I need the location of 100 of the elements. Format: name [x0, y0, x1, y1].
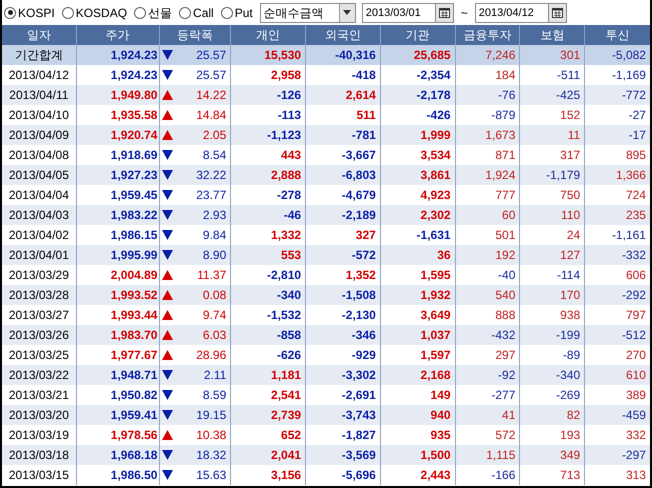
amount-cell-text: -278: [277, 187, 302, 204]
amount-cell-text: 193: [560, 427, 580, 444]
amount-cell-text: -459: [622, 407, 646, 424]
date-cell-text: 2013/03/25: [8, 347, 69, 364]
amount-cell-text: 25,685: [414, 47, 451, 64]
amount-cell-text: -2,810: [267, 267, 302, 284]
amount-cell-text: -1,631: [416, 227, 451, 244]
amount-cell-text: 938: [560, 307, 580, 324]
price-cell-text: 1,950.82: [110, 387, 158, 404]
column-header: 등락폭: [176, 27, 213, 44]
amount-cell-text: -4,679: [342, 187, 376, 204]
amount-cell-text: 7,246: [485, 47, 516, 64]
amount-cell-text: -126: [277, 87, 302, 104]
date-cell-text: 2013/03/29: [8, 267, 69, 284]
change-cell-text: 2.11: [204, 367, 226, 384]
amount-cell-text: 540: [495, 287, 516, 304]
start-date-field[interactable]: 2013/03/01: [362, 2, 436, 22]
date-cell-text: 2013/04/09: [8, 127, 69, 144]
amount-cell-text: -76: [498, 87, 516, 104]
amount-cell-text: 3,156: [271, 467, 302, 484]
change-cell-text: 2.05: [202, 127, 226, 144]
market-radio[interactable]: KOSDAQ: [62, 4, 128, 22]
date-cell-text: 2013/03/20: [8, 407, 69, 424]
calendar-button[interactable]: [548, 2, 567, 22]
column-header: 투신: [606, 27, 630, 44]
amount-cell-text: 1,924: [485, 167, 516, 184]
amount-cell-text: 170: [560, 287, 580, 304]
amount-cell-text: -269: [556, 387, 580, 404]
market-radio[interactable]: Put: [220, 4, 253, 22]
amount-cell-text: 1,932: [420, 287, 451, 304]
amount-cell-text: 152: [560, 107, 580, 124]
amount-cell-text: 871: [495, 147, 516, 164]
price-cell-text: 1,978.56: [110, 427, 158, 444]
date-cell-text: 2013/03/28: [8, 287, 69, 304]
market-radio[interactable]: KOSPI: [4, 4, 55, 22]
price-cell-text: 1,983.70: [110, 327, 158, 344]
amount-cell-text: -626: [277, 347, 302, 364]
amount-cell-text: -17: [628, 127, 646, 144]
market-radio[interactable]: Call: [179, 4, 214, 22]
amount-cell-text: 3,861: [420, 167, 451, 184]
change-cell-text: 19.15: [196, 407, 226, 424]
amount-cell-text: 3,534: [420, 147, 451, 164]
amount-cell-text: 4,923: [420, 187, 451, 204]
amount-cell-text: 606: [626, 267, 646, 284]
amount-cell-text: -2,189: [342, 207, 376, 224]
calendar-button[interactable]: [436, 2, 454, 22]
amount-cell-text: -425: [556, 87, 580, 104]
amount-cell-text: 1,037: [420, 327, 451, 344]
amount-cell-text: -340: [277, 287, 302, 304]
amount-cell-text: 1,597: [420, 347, 451, 364]
amount-cell-text: 553: [281, 247, 302, 264]
amount-cell-text: 332: [626, 427, 646, 444]
column-header: 기관: [406, 27, 430, 44]
amount-cell-text: 349: [560, 447, 580, 464]
end-date-field[interactable]: 2013/04/12: [474, 2, 549, 22]
amount-cell-text: -1,508: [342, 287, 376, 304]
price-cell-text: 1,959.41: [110, 407, 158, 424]
change-cell-text: 18.32: [196, 447, 226, 464]
price-cell-text: 1,924.23: [110, 47, 158, 64]
date-cell-text: 2013/03/26: [8, 327, 69, 344]
price-cell-text: 1,993.44: [110, 307, 158, 324]
amount-cell-text: 235: [626, 207, 646, 224]
price-cell-text: 1,977.67: [110, 347, 158, 364]
amount-cell-text: 2,958: [271, 67, 302, 84]
market-radio[interactable]: 선물: [134, 4, 172, 22]
amount-cell-text: -1,169: [612, 67, 646, 84]
amount-cell-text: 724: [626, 187, 646, 204]
amount-cell-text: -512: [622, 327, 646, 344]
change-cell-text: 14.84: [196, 107, 226, 124]
amount-cell-text: 36: [437, 247, 451, 264]
amount-cell-text: 327: [356, 227, 376, 244]
change-cell-text: 9.84: [202, 227, 226, 244]
date-cell-text: 2013/04/12: [8, 67, 69, 84]
amount-cell-text: -1,161: [612, 227, 646, 244]
change-cell-text: 6.03: [202, 327, 226, 344]
amount-cell-text: -3,569: [342, 447, 376, 464]
amount-cell-text: -781: [352, 127, 376, 144]
amount-cell-text: -5,696: [342, 467, 376, 484]
amount-cell-text: 1,115: [486, 447, 516, 464]
amount-cell-text: 41: [502, 407, 516, 424]
metric-dropdown[interactable]: 순매수금액: [260, 2, 356, 22]
column-header: 개인: [256, 27, 280, 44]
amount-cell-text: -332: [622, 247, 646, 264]
amount-cell-text: 149: [430, 387, 451, 404]
date-cell-text: 2013/03/21: [8, 387, 69, 404]
amount-cell-text: 888: [495, 307, 516, 324]
amount-cell-text: -572: [352, 247, 376, 264]
amount-cell-text: -27: [628, 107, 646, 124]
change-cell-text: 9.74: [202, 307, 226, 324]
amount-cell-text: 797: [626, 307, 646, 324]
amount-cell-text: -1,123: [267, 127, 302, 144]
amount-cell-text: 389: [626, 387, 646, 404]
price-cell-text: 1,924.23: [110, 67, 158, 84]
amount-cell-text: 2,739: [271, 407, 302, 424]
amount-cell-text: -6,803: [342, 167, 376, 184]
change-cell-text: 2.93: [202, 207, 226, 224]
date-cell-text: 기간합계: [14, 47, 63, 64]
date-cell-text: 2013/03/15: [8, 467, 69, 484]
change-cell-text: 23.77: [196, 187, 226, 204]
amount-cell-text: 3,649: [420, 307, 451, 324]
